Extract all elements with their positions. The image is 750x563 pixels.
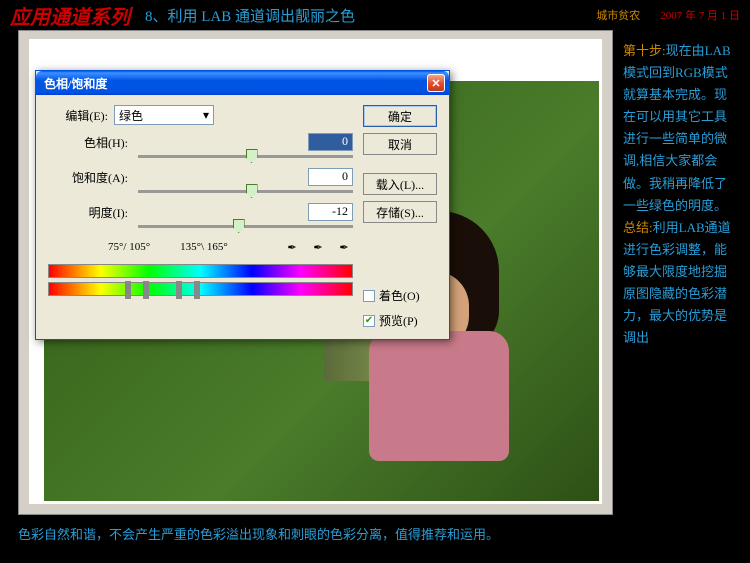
series-title: 应用通道系列 xyxy=(10,1,130,30)
eyedropper-add-icon[interactable]: ✒ xyxy=(309,238,327,256)
main: 色相/饱和度 ✕ 编辑(E): 绿色 ▾ 色相(H): 0 xyxy=(0,30,750,520)
save-button[interactable]: 存储(S)... xyxy=(363,201,437,223)
summary-label: 总结: xyxy=(623,220,653,235)
close-icon[interactable]: ✕ xyxy=(427,74,445,92)
image-area: 色相/饱和度 ✕ 编辑(E): 绿色 ▾ 色相(H): 0 xyxy=(0,30,615,520)
author: 城市贫农 xyxy=(596,7,640,23)
lightness-thumb[interactable] xyxy=(233,219,245,233)
spectrum-handle[interactable] xyxy=(125,281,131,299)
hue-slider[interactable] xyxy=(138,155,353,158)
eyedropper-icon[interactable]: ✒ xyxy=(283,238,301,256)
page-title: 8、利用 LAB 通道调出靓丽之色 xyxy=(145,5,355,26)
dialog-title: 色相/饱和度 xyxy=(40,75,427,92)
step-label: 第十步: xyxy=(623,43,666,58)
load-button[interactable]: 载入(L)... xyxy=(363,173,437,195)
footer-text: 色彩自然和谐，不会产生严重的色彩溢出现象和刺眼的色彩分离，值得推荐和运用。 xyxy=(0,520,750,547)
eyedropper-subtract-icon[interactable]: ✒ xyxy=(335,238,353,256)
spectrum-handle[interactable] xyxy=(176,281,182,299)
hue-saturation-dialog: 色相/饱和度 ✕ 编辑(E): 绿色 ▾ 色相(H): 0 xyxy=(35,70,450,340)
hue-input[interactable]: 0 xyxy=(308,133,353,151)
saturation-label: 饱和度(A): xyxy=(48,169,128,186)
step-text: 现在由LAB模式回到RGB模式就算基本完成。现在可以用其它工具进行一些简单的微调… xyxy=(623,43,731,213)
spectrum-top[interactable] xyxy=(48,264,353,278)
spectrum-handle[interactable] xyxy=(194,281,200,299)
hue-label: 色相(H): xyxy=(48,134,128,151)
colorize-label: 着色(O) xyxy=(379,287,420,304)
preview-label: 预览(P) xyxy=(379,312,418,329)
eyedropper-tools: ✒ ✒ ✒ xyxy=(283,238,353,256)
colorize-checkbox-row[interactable]: 着色(O) xyxy=(363,287,437,304)
colorize-checkbox[interactable] xyxy=(363,290,375,302)
lightness-slider[interactable] xyxy=(138,225,353,228)
edit-value: 绿色 xyxy=(119,107,143,124)
dialog-titlebar[interactable]: 色相/饱和度 ✕ xyxy=(36,71,449,95)
spectrum-bottom[interactable] xyxy=(48,282,353,296)
dialog-controls: 编辑(E): 绿色 ▾ 色相(H): 0 饱和度(A): 0 xyxy=(48,105,353,329)
preview-checkbox-row[interactable]: ✔ 预览(P) xyxy=(363,312,437,329)
edit-label: 编辑(E): xyxy=(48,107,108,124)
dialog-body: 编辑(E): 绿色 ▾ 色相(H): 0 饱和度(A): 0 xyxy=(36,95,449,339)
saturation-slider[interactable] xyxy=(138,190,353,193)
saturation-thumb[interactable] xyxy=(246,184,258,198)
range-right: 135°\ 165° xyxy=(180,241,228,253)
saturation-input[interactable]: 0 xyxy=(308,168,353,186)
header: 应用通道系列 8、利用 LAB 通道调出靓丽之色 城市贫农 2007 年 7 月… xyxy=(0,0,750,30)
summary-text: 利用LAB通道进行色彩调整，能够最大限度地挖掘原图隐藏的色彩潜力，最大的优势是调… xyxy=(623,220,731,345)
preview-checkbox[interactable]: ✔ xyxy=(363,315,375,327)
chevron-down-icon: ▾ xyxy=(203,108,209,123)
dialog-buttons: 确定 取消 载入(L)... 存储(S)... 着色(O) ✔ 预览(P) xyxy=(363,105,437,329)
ok-button[interactable]: 确定 xyxy=(363,105,437,127)
lightness-label: 明度(I): xyxy=(48,204,128,221)
spectrum-handle[interactable] xyxy=(143,281,149,299)
lightness-input[interactable]: -12 xyxy=(308,203,353,221)
cancel-button[interactable]: 取消 xyxy=(363,133,437,155)
edit-dropdown[interactable]: 绿色 ▾ xyxy=(114,105,214,125)
date: 2007 年 7 月 1 日 xyxy=(660,7,740,23)
hue-thumb[interactable] xyxy=(246,149,258,163)
sidebar-text: 第十步:现在由LAB模式回到RGB模式就算基本完成。现在可以用其它工具进行一些简… xyxy=(615,30,750,520)
color-range-row: 75°/ 105° 135°\ 165° ✒ ✒ ✒ xyxy=(108,238,353,256)
range-left: 75°/ 105° xyxy=(108,241,150,253)
